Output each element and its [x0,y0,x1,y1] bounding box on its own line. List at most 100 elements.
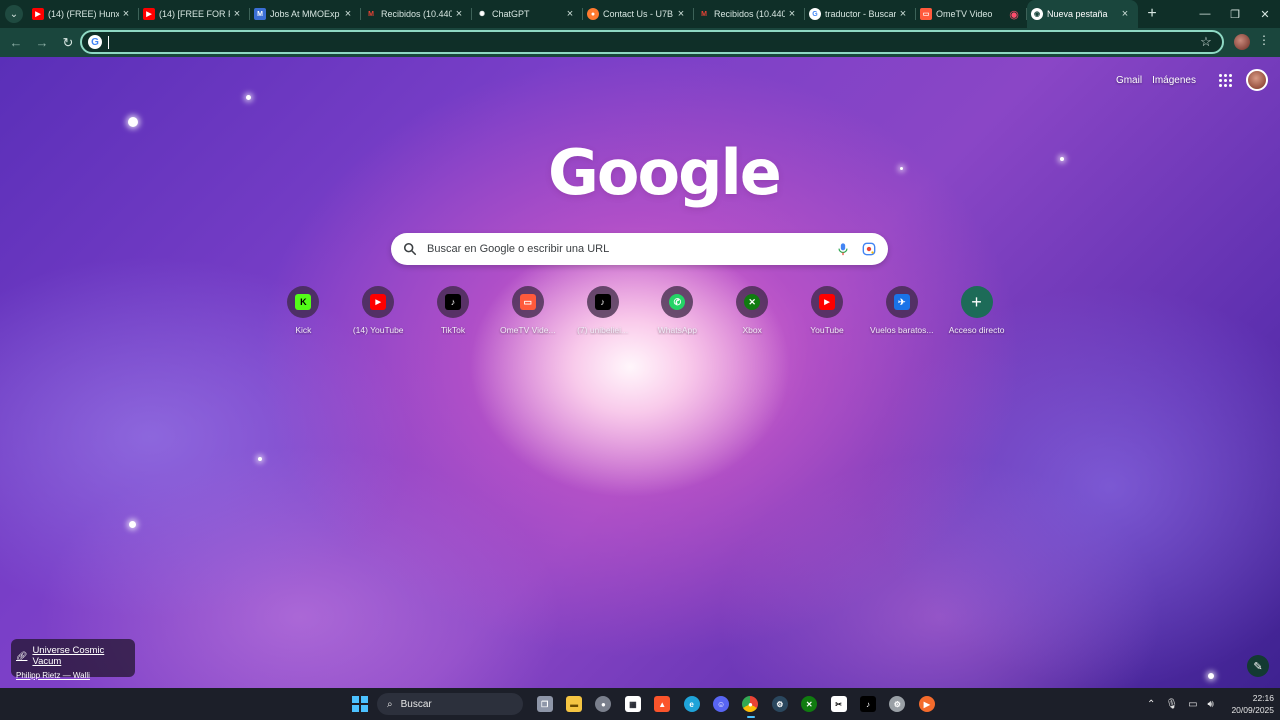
taskbar-app[interactable]: ▲ [648,693,677,715]
discord-icon: ☺ [713,696,730,712]
tab[interactable]: ▭ OmeTV Video ◉ [916,0,1027,28]
windows-start-icon[interactable] [352,696,368,712]
google-icon: G [809,8,821,20]
shortcut-label: Vuelos baratos... [870,325,934,335]
tab-title: Contact Us - U7B [603,9,674,19]
taskbar-clock[interactable]: 22:16 20/09/2025 [1222,692,1274,716]
close-window-button[interactable]: ✕ [1250,0,1280,28]
add-shortcut-button[interactable]: + Acceso directo [939,286,1014,346]
taskbar-app[interactable]: ✂ [824,693,853,715]
close-icon[interactable]: × [230,8,244,20]
close-icon[interactable]: × [896,8,910,20]
chevron-up-icon[interactable]: ⌃ [1147,699,1155,710]
taskbar-search[interactable]: ⌕ Buscar [377,693,523,715]
tab[interactable]: M Jobs At MMOExp × [250,0,361,28]
tiktok-icon: ♪ [859,696,876,712]
images-link[interactable]: Imágenes [1152,75,1196,86]
google-lens-icon[interactable] [862,242,876,256]
tab[interactable]: ▶ (14) (FREE) Hunxho × [28,0,139,28]
search-input[interactable] [427,243,836,255]
close-icon[interactable]: × [1118,8,1132,20]
browser-toolbar: ← → ↻ G ☆ ⋮ [0,28,1280,57]
tab[interactable]: ✺ ChatGPT × [472,0,583,28]
background-star [129,521,136,528]
forward-button[interactable]: → [30,31,54,55]
tiktok-icon: ♪ [444,294,461,310]
gmail-link[interactable]: Gmail [1116,75,1142,86]
new-tab-button[interactable]: + [1138,0,1166,28]
ometv-icon: ▭ [920,8,932,20]
back-button[interactable]: ← [4,31,28,55]
shortcut-xbox[interactable]: ✕ Xbox [715,286,790,346]
tab[interactable]: M Recibidos (10.440 × [361,0,472,28]
tab[interactable]: G traductor - Buscar × [805,0,916,28]
plus-icon: + [960,286,993,318]
taskbar-app-active[interactable]: ● [736,693,765,718]
customize-pencil-icon[interactable]: ✎ [1247,655,1269,677]
shortcut-ometv[interactable]: ▭ OmeTV Vide... [490,286,565,346]
shortcut-tiktok[interactable]: ♪ TikTok [416,286,491,346]
shortcut-youtube-14[interactable]: ▶ (14) YouTube [341,286,416,346]
close-icon[interactable]: × [341,8,355,20]
close-icon[interactable]: × [452,8,466,20]
record-icon[interactable]: ◉ [1007,8,1021,21]
profile-avatar[interactable] [1234,34,1250,50]
network-icon[interactable]: ▭ [1188,699,1197,710]
tab-search-button[interactable]: ⌄ [0,0,28,28]
shortcut-label: Xbox [742,325,762,335]
bookmark-star-icon[interactable]: ☆ [1196,34,1216,50]
shortcut-whatsapp[interactable]: ✆ WhatsApp [640,286,715,346]
close-icon[interactable]: × [674,8,688,20]
tab-title: Recibidos (10.440 [381,9,452,19]
shortcut-youtube[interactable]: ▶ YouTube [790,286,865,346]
shortcut-flights[interactable]: ✈ Vuelos baratos... [864,286,939,346]
gmail-icon: M [368,10,374,18]
minimize-button[interactable]: — [1190,0,1220,28]
tab[interactable]: ▶ (14) [FREE FOR PR × [139,0,250,28]
shortcut-tiktok-profile[interactable]: ♪ (7) unibeliei... [565,286,640,346]
xbox-icon: ✕ [801,696,818,712]
tab-active[interactable]: ◉ Nueva pestaña × [1027,0,1138,28]
taskbar-app[interactable]: e [677,693,706,715]
shortcut-kick[interactable]: K Kick [266,286,341,346]
restore-button[interactable]: ❐ [1220,0,1250,28]
address-input[interactable] [111,33,1196,51]
background-credit[interactable]: 🔗︎ Universe Cosmic Vacum Philipp Rietz — … [11,639,135,680]
microphone-icon[interactable] [836,242,850,256]
shortcut-label: OmeTV Vide... [499,325,556,335]
shortcut-label: Acceso directo [948,325,1005,335]
taskbar-app[interactable]: ⚙ [883,693,912,715]
top-links: Gmail Imágenes [1116,69,1280,91]
close-icon[interactable]: × [119,8,133,20]
reload-button[interactable]: ↻ [56,31,80,55]
shortcuts-grid: K Kick ▶ (14) YouTube ♪ TikTok ▭ OmeTV V… [266,286,1014,346]
capcut-icon: ✂ [830,696,847,712]
taskbar-app[interactable]: ☺ [706,693,735,715]
search-box[interactable] [391,233,888,265]
taskbar-app[interactable]: ▦ [618,693,647,715]
taskbar-app[interactable]: ♪ [853,693,882,715]
taskbar-app[interactable]: ▶ [912,693,941,715]
kebab-menu-icon[interactable]: ⋮ [1258,33,1270,47]
tab[interactable]: ● Contact Us - U7B × [583,0,694,28]
taskbar-app[interactable]: ✕ [795,693,824,715]
taskbar-app[interactable]: ▬ [559,693,588,715]
taskbar-app[interactable]: ● [589,693,618,715]
tab-title: traductor - Buscar [825,9,896,19]
close-icon[interactable]: × [563,8,577,20]
clock-time: 22:16 [1252,693,1274,703]
google-apps-icon[interactable] [1216,71,1234,89]
account-avatar[interactable] [1246,69,1268,91]
microphone-icon[interactable]: 🎙︎ [1165,699,1178,710]
chatgpt-icon: ✺ [479,11,485,18]
tab[interactable]: M Recibidos (10.440 × [694,0,805,28]
u7buy-icon: ● [587,8,599,20]
window-controls: — ❐ ✕ [1190,0,1280,28]
close-icon[interactable]: × [785,8,799,20]
taskbar-app[interactable]: ⚙ [765,693,794,715]
address-bar[interactable]: G ☆ [80,30,1224,54]
taskbar-app[interactable]: ❐ [530,693,559,715]
credit-title[interactable]: Universe Cosmic Vacum [32,645,130,667]
credit-author[interactable]: Philipp Rietz — Walli [16,671,130,680]
volume-icon[interactable]: 🔊︎ [1208,699,1214,710]
